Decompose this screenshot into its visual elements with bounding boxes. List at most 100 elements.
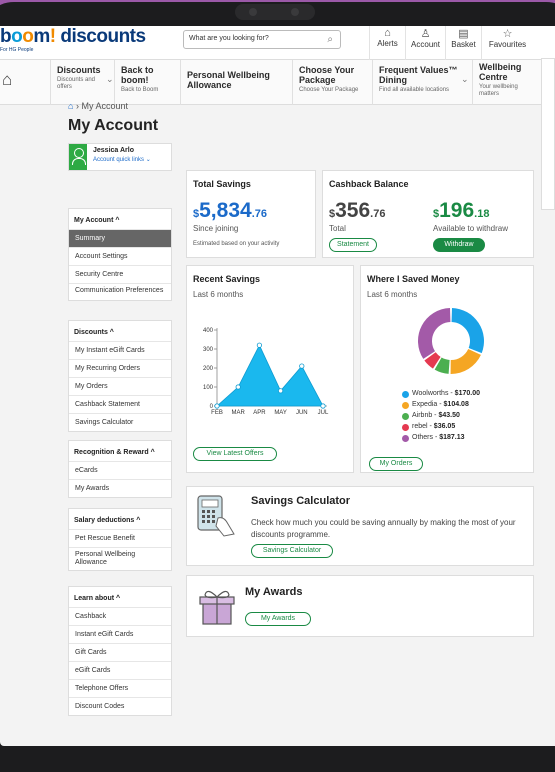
alerts-label: Alerts (377, 39, 398, 48)
nav-back-to-boom[interactable]: Back to boom! Back to Boom (114, 60, 180, 105)
data-point (235, 384, 241, 390)
basket-icon: ▤ (458, 28, 469, 40)
sidebar-item-cashback-statement[interactable]: Cashback Statement (69, 395, 171, 413)
sidebar-item-my-awards[interactable]: My Awards (69, 479, 171, 497)
where-saved-chart (418, 308, 484, 374)
sidebar-item-cashback[interactable]: Cashback (69, 607, 171, 625)
device-bezel (0, 746, 555, 772)
sidebar-item-telephone-offers[interactable]: Telephone Offers (69, 679, 171, 697)
nav-frequent-values[interactable]: Frequent Values™ Dining Find all availab… (372, 60, 472, 105)
camera-icon (235, 4, 315, 20)
pie-slice (450, 348, 481, 374)
card-title: Savings Calculator (251, 495, 351, 507)
cashback-total-amount: $356.76 (329, 199, 385, 223)
nav-title: Choose Your Package (299, 65, 355, 85)
sidebar-heading[interactable]: Discounts ^ (69, 321, 171, 341)
x-tick-label: FEB (211, 410, 223, 416)
alerts-button[interactable]: ⌂ Alerts (369, 26, 405, 60)
breadcrumb-current: My Account (81, 101, 128, 111)
sidebar-item-discount-codes[interactable]: Discount Codes (69, 697, 171, 715)
nav-discounts[interactable]: Discounts Discounts and offers ⌄ (50, 60, 114, 105)
x-tick-label: APR (253, 410, 266, 416)
chevron-down-icon: ⌄ (461, 74, 469, 84)
x-tick-label: MAR (232, 410, 246, 416)
nav-title: Back to boom! (121, 65, 154, 85)
data-point (299, 363, 305, 369)
logo-letter: b (0, 26, 12, 47)
logo-letter: o (22, 26, 34, 47)
legend-item: rebel - $36.05 (402, 422, 480, 433)
breadcrumb: ⌂ › My Account (68, 101, 128, 111)
sidebar-item-instant-egift-cards[interactable]: Instant eGift Cards (69, 625, 171, 643)
avatar (69, 144, 87, 170)
pie-slice (451, 308, 484, 354)
legend-item: Expedia - $104.08 (402, 400, 480, 411)
sidebar-heading[interactable]: Recognition & Reward ^ (69, 441, 171, 461)
card-title: Where I Saved Money (367, 274, 460, 284)
logo[interactable]: boom! discounts (0, 26, 146, 48)
logo-word: discounts (60, 26, 146, 47)
statement-button[interactable]: Statement (329, 238, 377, 252)
account-button[interactable]: ♙ Account (405, 26, 445, 60)
sidebar-item-pet-rescue[interactable]: Pet Rescue Benefit (69, 529, 171, 547)
legend-dot (402, 391, 409, 398)
sidebar-item-savings-calculator[interactable]: Savings Calculator (69, 413, 171, 431)
home-icon[interactable]: ⌂ (2, 70, 12, 90)
legend-item: Airbnb - $43.50 (402, 411, 480, 422)
account-quick-links[interactable]: Account quick links ⌄ (93, 156, 151, 163)
legend-label: Woolworths - (412, 390, 455, 397)
my-orders-button[interactable]: My Orders (369, 457, 423, 471)
sidebar-item-recurring-orders[interactable]: My Recurring Orders (69, 359, 171, 377)
cashback-withdraw-amount: $196.18 (433, 199, 489, 223)
sidebar-item-gift-cards[interactable]: Gift Cards (69, 643, 171, 661)
legend-label: Others - (412, 434, 440, 441)
card-subtitle: Last 6 months (193, 290, 244, 299)
favourites-button[interactable]: ☆ Favourites (481, 26, 533, 60)
sidebar-item-account-settings[interactable]: Account Settings (69, 247, 171, 265)
breadcrumb-separator: › (75, 101, 79, 111)
data-point (278, 388, 284, 394)
nav-choose-package[interactable]: Choose Your Package Choose Your Package (292, 60, 372, 105)
legend-label: rebel - (412, 423, 434, 430)
my-awards-button[interactable]: My Awards (245, 612, 311, 626)
sidebar-heading[interactable]: Learn about ^ (69, 587, 171, 607)
sidebar-item-security-centre[interactable]: Security Centre (69, 265, 171, 283)
sidebar-heading[interactable]: Salary deductions ^ (69, 509, 171, 529)
nav-title: Personal Wellbeing Allowance (187, 70, 270, 90)
user-card[interactable]: Jessica Arlo Account quick links ⌄ (68, 143, 172, 171)
legend-value: $104.08 (443, 401, 469, 408)
sidebar-item-summary[interactable]: Summary (69, 229, 171, 247)
sidebar-item-ecards[interactable]: eCards (69, 461, 171, 479)
dropdown-panel (541, 58, 555, 210)
sidebar-item-my-orders[interactable]: My Orders (69, 377, 171, 395)
legend-dot (402, 424, 409, 431)
home-icon[interactable]: ⌂ (68, 101, 73, 111)
sidebar-item-egift-cards[interactable]: eGift Cards (69, 661, 171, 679)
legend-value: $36.05 (433, 423, 456, 430)
user-name: Jessica Arlo (93, 147, 134, 154)
nav-wellbeing-centre[interactable]: Wellbeing Centre Your wellbeing matters (472, 60, 542, 105)
amount-whole: 356 (335, 199, 371, 222)
amount-cents: .18 (474, 208, 490, 220)
sidebar-item-communication-preferences[interactable]: Communication Preferences (69, 283, 171, 300)
view-latest-offers-button[interactable]: View Latest Offers (193, 447, 277, 461)
basket-button[interactable]: ▤ Basket (445, 26, 481, 60)
logo-letter: o (11, 26, 23, 47)
sidebar-item-instant-egift-cards[interactable]: My Instant eGift Cards (69, 341, 171, 359)
x-tick-label: JUN (296, 410, 308, 416)
nav-personal-wellbeing[interactable]: Personal Wellbeing Allowance (180, 60, 292, 105)
search-input[interactable]: What are you looking for? ⌕ (183, 30, 341, 49)
sidebar-recognition: Recognition & Reward ^ eCards My Awards (68, 440, 172, 498)
sidebar-item-personal-wellbeing[interactable]: Personal Wellbeing Allowance (69, 547, 171, 570)
card-subtitle: Last 6 months (367, 290, 418, 299)
account-label: Account (411, 40, 440, 49)
cashback-card: Cashback Balance $356.76 $196.18 Total A… (322, 170, 534, 258)
savings-calculator-button[interactable]: Savings Calculator (251, 544, 333, 558)
calculator-icon (197, 495, 235, 537)
search-icon[interactable]: ⌕ (327, 34, 333, 45)
sidebar-salary: Salary deductions ^ Pet Rescue Benefit P… (68, 508, 172, 571)
card-title: Total Savings (193, 179, 251, 189)
withdraw-button[interactable]: Withdraw (433, 238, 485, 252)
sidebar-heading[interactable]: My Account ^ (69, 209, 171, 229)
x-tick-label: MAY (274, 410, 287, 416)
